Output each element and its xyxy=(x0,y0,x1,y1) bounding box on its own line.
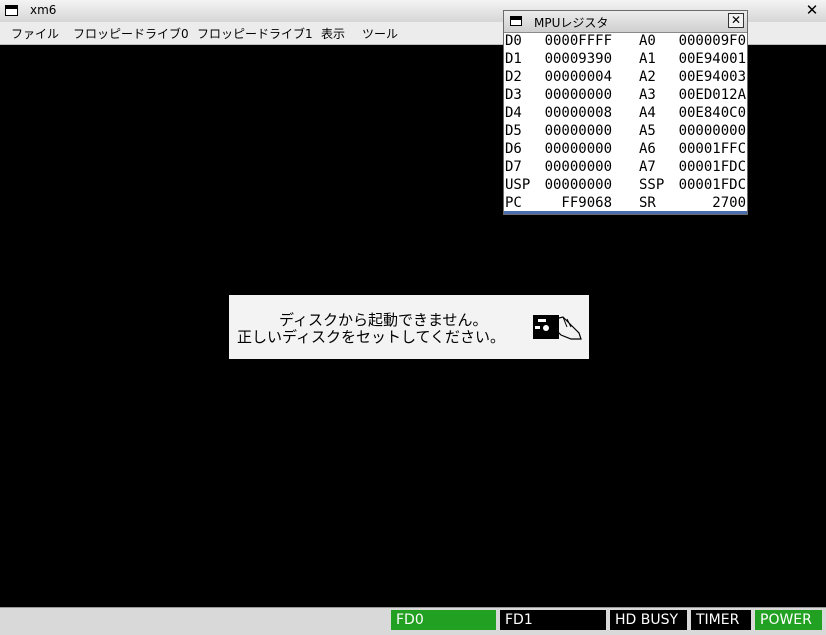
window-title: xm6 xyxy=(30,3,57,17)
register-name: D3 xyxy=(505,87,522,103)
register-value: 00000000 xyxy=(544,87,612,103)
window-menu-icon[interactable] xyxy=(510,16,522,26)
register-name: A3 xyxy=(639,87,656,103)
register-name: D0 xyxy=(505,33,522,49)
status-bar: FD0 FD1 HD BUSY TIMER POWER xyxy=(0,607,826,635)
register-row: D6 00000000 A6 00001FFC xyxy=(504,140,747,158)
register-value: 00E94003 xyxy=(678,69,746,85)
register-row: D3 00000000 A3 00ED012A xyxy=(504,86,747,104)
register-name: A1 xyxy=(639,51,656,67)
register-row: D5 00000000 A5 00000000 xyxy=(504,122,747,140)
window-menu-icon[interactable] xyxy=(5,5,18,16)
register-row: D4 00000008 A4 00E840C0 xyxy=(504,104,747,122)
mpu-window-title: MPUレジスタ xyxy=(534,16,609,30)
register-value: 00E840C0 xyxy=(678,105,746,121)
register-name: D4 xyxy=(505,105,522,121)
register-value: 0000FFFF xyxy=(544,33,612,49)
register-row: D2 00000004 A2 00E94003 xyxy=(504,68,747,86)
register-name: D7 xyxy=(505,159,522,175)
message-line-2: 正しいディスクをセットしてください。 xyxy=(237,328,506,346)
register-row: D0 0000FFFF A0 000009F0 xyxy=(504,32,747,50)
register-name: A7 xyxy=(639,159,656,175)
register-value: 000009F0 xyxy=(678,33,746,49)
fd0-indicator: FD0 xyxy=(391,610,496,630)
power-indicator: POWER xyxy=(755,610,822,630)
register-row: D1 00009390 A1 00E94001 xyxy=(504,50,747,68)
register-value: 00001FDC xyxy=(678,159,746,175)
register-value: 00001FDC xyxy=(678,177,746,193)
register-value: 00E94001 xyxy=(678,51,746,67)
register-name: D5 xyxy=(505,123,522,139)
register-value: FF9068 xyxy=(561,195,612,211)
menu-floppy-drive-1[interactable]: フロッピードライブ1 xyxy=(197,25,313,42)
register-value: 00000000 xyxy=(544,159,612,175)
hd-busy-indicator: HD BUSY xyxy=(610,610,687,630)
register-name: USP xyxy=(505,177,531,193)
register-name: A4 xyxy=(639,105,656,121)
register-value: 00001FFC xyxy=(678,141,746,157)
menu-tools[interactable]: ツール xyxy=(362,25,398,42)
mpu-close-button[interactable]: ✕ xyxy=(728,13,744,28)
register-name: D2 xyxy=(505,69,522,85)
register-value: 2700 xyxy=(712,195,746,211)
register-value: 00000000 xyxy=(544,177,612,193)
register-name: PC xyxy=(505,195,522,211)
register-row: USP 00000000 SSP 00001FDC xyxy=(504,176,747,194)
register-value: 00000000 xyxy=(678,123,746,139)
register-name: D1 xyxy=(505,51,522,67)
menu-view[interactable]: 表示 xyxy=(321,25,345,42)
window-bottom-edge xyxy=(504,211,747,214)
register-name: A2 xyxy=(639,69,656,85)
boot-error-message: ディスクから起動できません。 正しいディスクをセットしてください。 xyxy=(229,295,589,359)
register-value: 00000004 xyxy=(544,69,612,85)
menu-file[interactable]: ファイル xyxy=(11,25,59,42)
register-name: SR xyxy=(639,195,656,211)
register-row: PC FF9068 SR 2700 xyxy=(504,194,747,212)
timer-indicator: TIMER xyxy=(691,610,751,630)
menu-floppy-drive-0[interactable]: フロッピードライブ0 xyxy=(73,25,189,42)
register-name: A5 xyxy=(639,123,656,139)
register-value: 00000000 xyxy=(544,123,612,139)
register-name: SSP xyxy=(639,177,665,193)
register-name: A6 xyxy=(639,141,656,157)
fd1-indicator: FD1 xyxy=(500,610,606,630)
register-value: 00000000 xyxy=(544,141,612,157)
floppy-disk-insert-icon xyxy=(533,315,582,340)
close-button[interactable]: ✕ xyxy=(804,3,820,19)
register-row: D7 00000000 A7 00001FDC xyxy=(504,158,747,176)
mpu-window-title-bar[interactable]: MPUレジスタ ✕ xyxy=(504,11,747,33)
register-name: A0 xyxy=(639,33,656,49)
mpu-register-window[interactable]: MPUレジスタ ✕ D0 0000FFFF A0 000009F0 D1 000… xyxy=(503,10,748,215)
register-name: D6 xyxy=(505,141,522,157)
register-value: 00000008 xyxy=(544,105,612,121)
register-value: 00ED012A xyxy=(678,87,746,103)
register-value: 00009390 xyxy=(544,51,612,67)
